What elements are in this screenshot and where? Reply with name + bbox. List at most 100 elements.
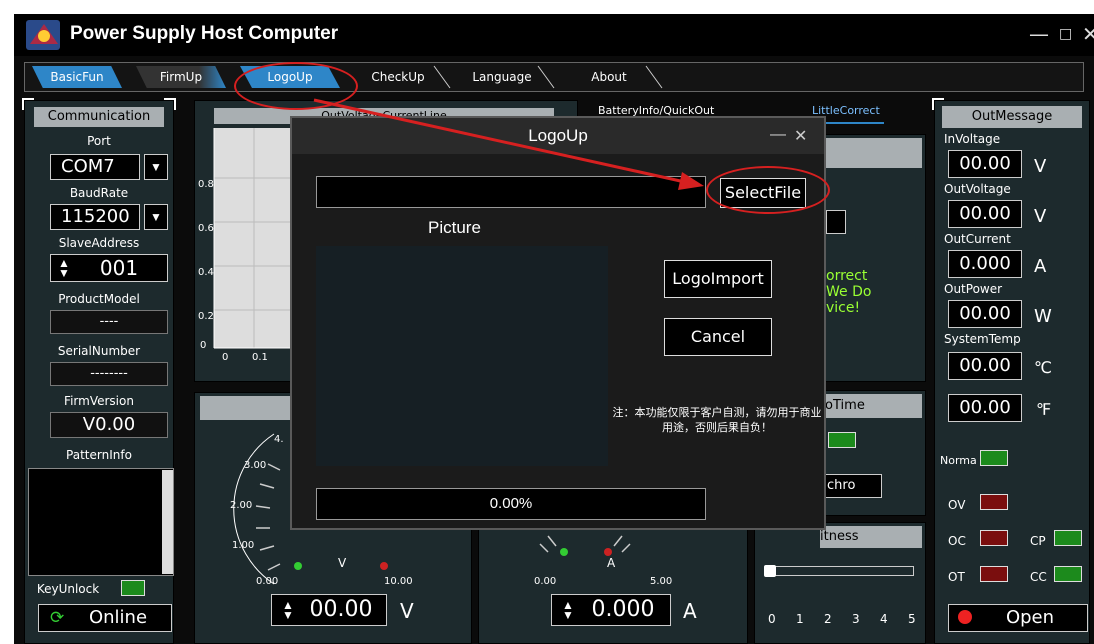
outpower-label: OutPower [944,282,1003,296]
involtage-unit: V [1034,156,1047,177]
app-logo-icon [26,20,60,50]
voltage-setpoint-value: 00.00 [309,597,373,622]
outvoltage-value: 00.00 [948,200,1022,228]
xtick: 0 [222,352,229,363]
normal-indicator [980,450,1008,466]
zero-time-indicator [828,432,856,448]
involtage-value: 00.00 [948,150,1022,178]
pattern-info-label: PatternInfo [66,448,132,462]
oc-label: OC [948,534,966,548]
outcurrent-value: 0.000 [948,250,1022,278]
zero-time-header: roTime [820,394,922,418]
ytick: 0 [200,340,207,351]
outvoltage-unit: V [1034,206,1047,227]
serial-number-label: SerialNumber [57,344,141,358]
serial-number-field: -------- [50,362,168,386]
port-select[interactable]: COM7 [50,154,140,180]
select-file-highlight [706,166,830,214]
cp-indicator [1054,530,1082,546]
systemp-label: SystemTemp [944,332,1021,346]
firmware-version-field: V0.00 [50,412,168,438]
gauge-tick: 0.00 [534,576,557,587]
outpower-unit: W [1034,306,1052,327]
cc-label: CC [1030,570,1047,584]
gauge-tick: 0.00 [256,576,279,587]
gauge-tick: 5.00 [650,576,673,587]
outvoltage-label: OutVoltage [944,182,1011,196]
gauge-unit: V [338,556,347,570]
chart-plot [213,128,294,349]
port-label: Port [87,134,111,148]
online-label: Online [88,607,148,628]
stepper-arrows-icon[interactable]: ▲ ▼ [562,599,574,621]
current-gauge [539,535,631,556]
current-setpoint-value: 0.000 [591,597,655,622]
involtage-label: InVoltage [944,132,1001,146]
picture-preview [316,246,608,466]
maximize-button[interactable]: □ [1059,26,1072,42]
gauge-tick: 1.00 [232,540,255,551]
outpower-value: 00.00 [948,300,1022,328]
voltage-unit: V [400,599,414,623]
baudrate-label: BaudRate [69,186,129,200]
pattern-scrollbar[interactable] [162,470,173,574]
picture-label: Picture [428,218,481,237]
baudrate-dropdown-icon[interactable]: ▼ [144,204,168,230]
record-icon [958,610,972,624]
baudrate-value: 115200 [61,206,130,227]
pattern-info-list[interactable] [28,468,174,576]
gauge-tick: 2.00 [230,500,253,511]
tab-separators [433,65,663,89]
ot-indicator [980,566,1008,582]
dialog-title: LogoUp [528,126,588,145]
port-value: COM7 [61,156,115,177]
ov-label: OV [948,498,966,512]
dialog-minimize-button[interactable]: — [770,126,786,144]
cp-label: CP [1030,534,1046,548]
brightness-slider[interactable] [766,566,914,576]
ytick: 0.6 [198,223,214,234]
dialog-close-button[interactable]: ✕ [794,126,807,146]
file-path-input[interactable] [316,176,706,208]
ytick: 0.8 [198,179,214,190]
minimize-button[interactable]: — [1029,22,1049,46]
gauge-tick: 4. [274,434,284,445]
synchro-button[interactable]: chro [820,474,882,498]
app-window: Power Supply Host Computer — □ ✕ BasicFu… [14,14,1094,644]
port-dropdown-icon[interactable]: ▼ [144,154,168,180]
disclaimer-note: 注：本功能仅限于客户自测，请勿用于商业用途，否则后果自负！ [612,407,822,434]
cancel-button[interactable]: Cancel [664,318,772,356]
product-model-label: ProductModel [58,292,140,306]
gauge-tick: 3.00 [244,460,267,471]
outcurrent-unit: A [1034,256,1047,277]
xtick: 0.1 [252,352,268,363]
close-button[interactable]: ✕ [1082,22,1094,46]
stepper-arrows-icon[interactable]: ▲ ▼ [282,599,294,621]
outcurrent-label: OutCurrent [944,232,1011,246]
fahrenheit-unit: ℉ [1036,400,1052,419]
slave-address-label: SlaveAddress [58,236,140,250]
systemp-c-value: 00.00 [948,352,1022,380]
keyunlock-indicator[interactable] [121,580,145,596]
ot-label: OT [948,570,965,584]
logo-import-button[interactable]: LogoImport [664,260,772,298]
refresh-icon: ⟳ [50,608,65,627]
firmware-version-label: FirmVersion [64,394,134,408]
slave-address-value: 001 [99,256,139,280]
ytick: 0.2 [198,311,214,322]
communication-header: Communication [34,107,164,127]
brightness-slider-handle[interactable] [764,565,776,577]
current-unit: A [683,599,697,623]
logoup-tab-highlight [234,62,358,110]
ov-indicator [980,494,1008,510]
oc-indicator [980,530,1008,546]
stepper-arrows-icon[interactable]: ▲ ▼ [58,257,70,279]
open-label: Open [1005,607,1055,628]
upload-progress-bar: 0.00% [316,488,706,520]
systemp-f-value: 00.00 [948,394,1022,422]
ytick: 0.4 [198,267,214,278]
baudrate-select[interactable]: 115200 [50,204,140,230]
gauge-tick: 10.00 [384,576,413,587]
brightness-header: itness [820,526,922,548]
correct-text: orrect We Do vice! [826,268,872,316]
